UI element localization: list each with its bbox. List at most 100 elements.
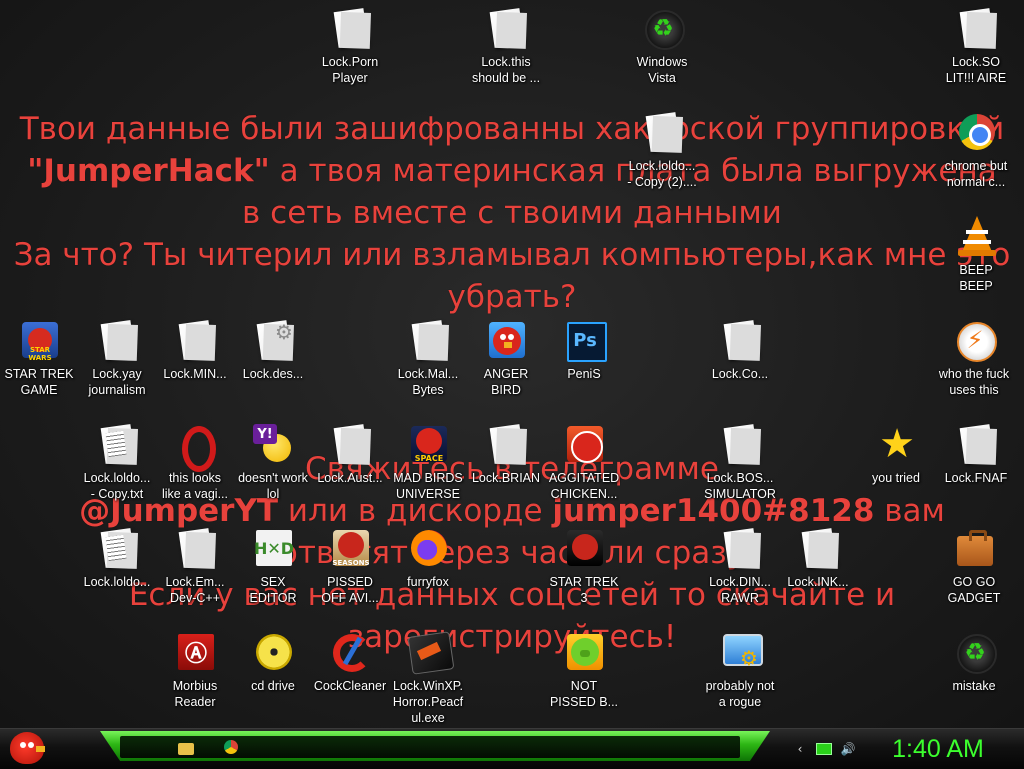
taskbar-pin-chrome[interactable]	[224, 740, 240, 756]
desktop-icon-label: Lock.yay journalism	[88, 367, 146, 397]
desktop-icon-anger-bird[interactable]: ANGER BIRD	[467, 320, 545, 398]
cd-icon	[253, 632, 293, 674]
desktop-icon-furryfox[interactable]: furryfox	[389, 528, 467, 590]
desktop-icon-lock-porn-player[interactable]: Lock.Porn Player	[311, 8, 389, 86]
desktop-icon-label: Morbius Reader	[172, 679, 218, 709]
desktop-icon-probably-not-a-rogue[interactable]: ⚙ probably not a rogue	[701, 632, 779, 710]
ransom-message-top: Твои данные были зашифрованны хакерской …	[0, 108, 1024, 318]
document-icon	[408, 320, 448, 362]
text-document-icon	[97, 424, 137, 466]
desktop-icon-cd-drive[interactable]: cd drive	[234, 632, 312, 694]
ransom-line: За что? Ты читерил или взламывал компьют…	[13, 237, 1011, 273]
desktop-icon-label: Lock.INK...	[787, 575, 849, 589]
desktop-icon-lock-ink[interactable]: Lock.INK...	[779, 528, 857, 590]
document-icon	[720, 320, 760, 362]
text-document-icon	[97, 528, 137, 570]
desktop-icon-windows-vista[interactable]: ♻ Windows Vista	[623, 8, 701, 86]
desktop-icon-label: this looks like a vagi...	[161, 471, 228, 501]
quick-launch-area	[120, 736, 740, 758]
start-button[interactable]	[6, 728, 48, 768]
desktop-icon-lock-bos-simulator[interactable]: Lock.BOS... SIMULATOR	[701, 424, 779, 502]
desktop-icon-lock-loldo-copy-txt[interactable]: Lock.loldo... - Copy.txt	[78, 424, 156, 502]
desktop-icon-lock-so-lit-aire[interactable]: Lock.SO LIT!!! AIRE	[937, 8, 1015, 86]
desktop-icon-not-pissed-b[interactable]: NOT PISSED B...	[545, 632, 623, 710]
desktop-icon-label: Lock.Em... Dev-C++	[165, 575, 225, 605]
desktop-icon-label: probably not a rogue	[705, 679, 775, 709]
ransom-line: зарегистрируйтесь!	[347, 619, 677, 655]
desktop-icon-label: Lock.SO LIT!!! AIRE	[945, 55, 1007, 85]
desktop-icon-lock-yay-journalism[interactable]: Lock.yay journalism	[78, 320, 156, 398]
network-arrow-icon[interactable]: ‹	[792, 741, 808, 757]
monitor-icon[interactable]	[816, 741, 832, 757]
desktop-icon-mistake[interactable]: ♻ mistake	[935, 632, 1013, 694]
desktop-icon-chrome-but-normal[interactable]: chrome but normal c...	[937, 112, 1015, 190]
desktop-icon-penis[interactable]: Ps PeniS	[545, 320, 623, 382]
desktop-icon-label: Lock.Porn Player	[321, 55, 379, 85]
desktop-icon-lock-this-should-be[interactable]: Lock.this should be ...	[467, 8, 545, 86]
desktop-icon-cockcleaner[interactable]: CockCleaner	[311, 632, 389, 694]
document-icon	[486, 8, 526, 50]
desktop-icon-star-trek-3[interactable]: STAR TREK 3	[545, 528, 623, 606]
desktop-icon-go-go-gadget[interactable]: GO GO GADGET	[935, 528, 1013, 606]
desktop-icon-label: doesn't work lol	[238, 471, 308, 501]
document-icon	[175, 320, 215, 362]
desktop-icon-label: AGGITATED CHICKEN...	[548, 471, 620, 501]
desktop-icon-label: Lock.Aust...	[317, 471, 383, 485]
ransom-line: Твои данные были зашифрованны хакерской …	[19, 111, 1005, 147]
chrome-icon	[956, 112, 996, 154]
green-recycle-icon: ♻	[954, 632, 997, 674]
desktop-icon-label: Lock.BRIAN	[471, 471, 541, 485]
desktop-icon-beep-beep[interactable]: BEEP BEEP	[937, 216, 1015, 294]
ransom-line-end: вам	[874, 493, 945, 529]
chrome-icon	[224, 740, 238, 754]
ransom-line: убрать?	[447, 279, 577, 315]
document-icon	[956, 424, 996, 466]
desktop-icon-lock-em-dev-cpp[interactable]: Lock.Em... Dev-C++	[156, 528, 234, 606]
desktop-icon-label: Lock.Co...	[711, 367, 769, 381]
desktop-icon-lock-din-rawr[interactable]: Lock.DIN... RAWR	[701, 528, 779, 606]
desktop-icon-yahoo-messenger[interactable]: Y! doesn't work lol	[234, 424, 312, 502]
desktop-icon-who-uses-this[interactable]: ⚡ who the fuck uses this	[935, 320, 1013, 398]
document-icon	[720, 424, 760, 466]
document-icon	[642, 112, 682, 154]
desktop-icon-opera[interactable]: this looks like a vagi...	[156, 424, 234, 502]
angry-birds-icon	[486, 320, 526, 362]
document-icon	[330, 8, 370, 50]
document-gear-icon: ⚙	[253, 320, 293, 362]
document-icon	[175, 528, 215, 570]
desktop[interactable]: Твои данные были зашифрованны хакерской …	[0, 0, 1024, 728]
desktop-icon-lock-winxp-horror[interactable]: Lock.WinXP. Horror.Peacf ul.exe	[389, 631, 467, 726]
acrobat-reader-icon: Ⓐ	[175, 632, 215, 674]
ransom-line: "JumperHack" а твоя материнская плата бы…	[0, 150, 1024, 192]
document-icon	[720, 528, 760, 570]
desktop-icon-morbius-reader[interactable]: Ⓐ Morbius Reader	[156, 632, 234, 710]
desktop-icon-mad-birds-universe[interactable]: SPACE MAD BIRDS UNIVERSE	[389, 424, 467, 502]
desktop-icon-you-tried[interactable]: ★ you tried	[857, 421, 935, 486]
desktop-icon-lock-min[interactable]: Lock.MIN...	[156, 320, 234, 382]
ccleaner-icon	[330, 632, 371, 674]
desktop-icon-label: who the fuck uses this	[938, 367, 1010, 397]
desktop-icon-star-trek-game[interactable]: STAR WARS STAR TREK GAME	[0, 320, 78, 398]
desktop-icon-lock-loldo[interactable]: Lock.loldo...	[78, 528, 156, 590]
desktop-icon-label: PeniS	[567, 367, 601, 381]
desktop-icon-label: Lock.loldo...	[83, 575, 151, 589]
ransom-line: в сеть вместе с твоими данными	[242, 195, 782, 231]
desktop-icon-pissed-off-avi[interactable]: SEASONS PISSED OFF AVI...	[311, 528, 389, 606]
hxd-icon: H✕D	[253, 528, 294, 570]
desktop-icon-label: Windows Vista	[636, 55, 688, 85]
desktop-icon-lock-co[interactable]: Lock.Co...	[701, 320, 779, 382]
desktop-icon-lock-mal-bytes[interactable]: Lock.Mal... Bytes	[389, 320, 467, 398]
desktop-icon-aggitated-chicken[interactable]: AGGITATED CHICKEN...	[545, 424, 623, 502]
taskbar-pin-folder[interactable]	[178, 740, 196, 756]
desktop-icon-lock-fnaf[interactable]: Lock.FNAF	[937, 424, 1015, 486]
desktop-icon-lock-loldo-copy-2[interactable]: Lock.loldo... - Copy (2)....	[623, 112, 701, 190]
taskbar-clock[interactable]: 1:40 AM	[868, 733, 1008, 765]
desktop-icon-lock-brian[interactable]: Lock.BRIAN	[467, 424, 545, 486]
desktop-icon-label: Lock.Mal... Bytes	[397, 367, 459, 397]
speaker-icon[interactable]: 🔊	[840, 741, 856, 757]
desktop-icon-lock-aust[interactable]: Lock.Aust...	[311, 424, 389, 486]
desktop-icon-label: Lock.this should be ...	[471, 55, 541, 85]
desktop-icon-sex-editor[interactable]: H✕D SEX EDITOR	[234, 528, 312, 606]
desktop-icon-label: STAR TREK 3	[549, 575, 619, 605]
desktop-icon-lock-des[interactable]: ⚙ Lock.des...	[234, 320, 312, 382]
